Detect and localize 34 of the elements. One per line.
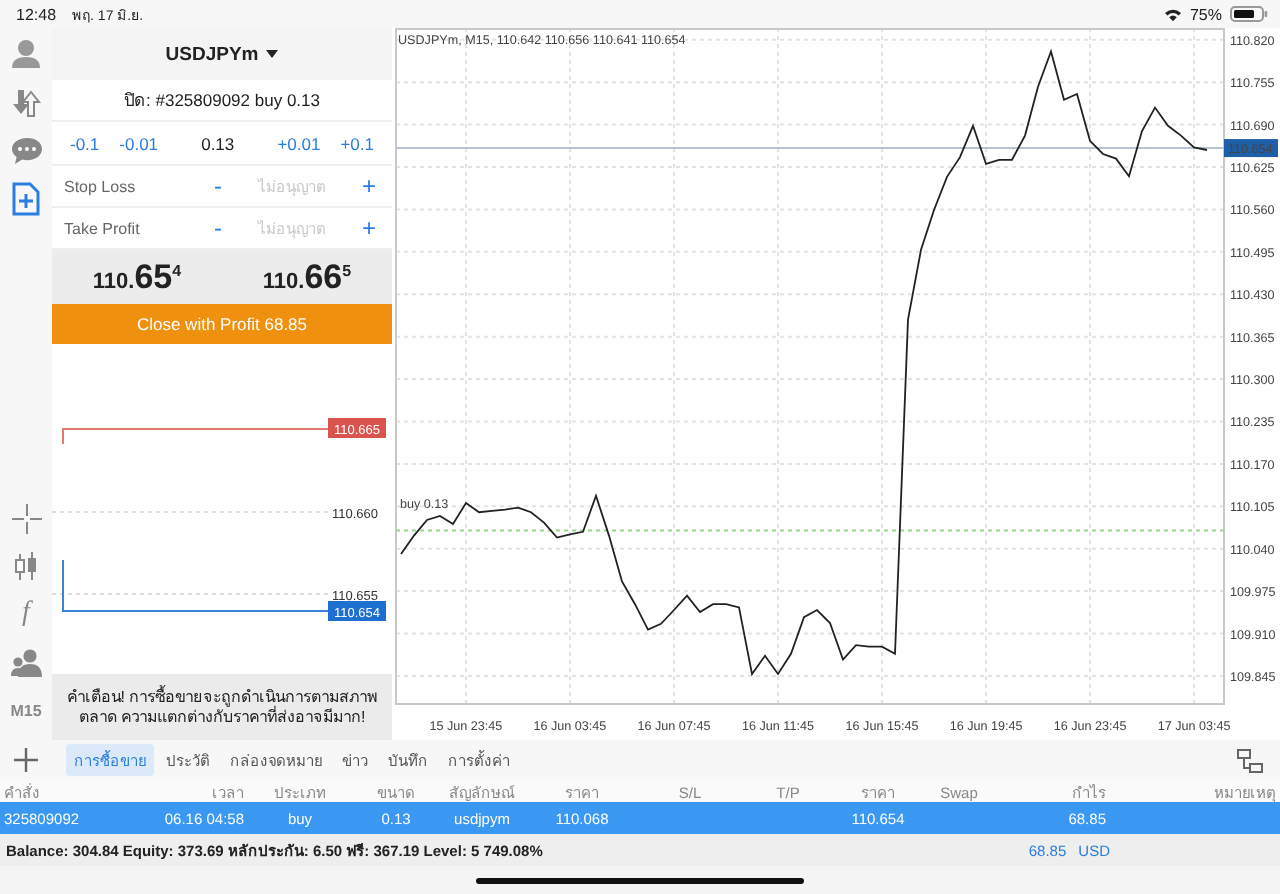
document-plus-icon[interactable] [12,181,40,215]
symbol-selector[interactable]: USDJPYm [165,43,279,65]
timeframe-button[interactable]: M15 [10,701,42,719]
order-title: ปิด: #325809092 buy 0.13 [124,88,320,114]
battery-icon [1230,6,1268,22]
battery-percent: 75% [1189,5,1222,23]
stop-label: Stop Loss [64,177,138,195]
clock-time: 12:48 [16,5,57,23]
arrows-icon[interactable] [9,85,43,119]
person-icon[interactable] [10,37,42,71]
increase-button[interactable]: + [357,214,380,242]
people-icon[interactable] [9,647,43,677]
increase-button[interactable]: + [357,172,380,200]
bid-price[interactable]: 110.65$^{4}$ [92,257,182,297]
volume-step-button[interactable]: +0.01 [267,133,331,153]
add-icon[interactable] [14,748,38,772]
volume-step-button[interactable]: -0.01 [109,133,169,153]
volume-value: 0.13 [199,133,237,153]
chat-icon[interactable] [9,135,43,165]
warning-text: คำเตือน! การซื้อขายจะถูกดำเนินการตามสภาพตลาด ความแตกต่างกับราคาที่ส่งอาจมีมาก! [64,687,380,727]
decrease-button[interactable]: - [209,214,226,242]
crosshair-icon[interactable] [11,503,41,533]
home-indicator[interactable] [476,877,804,883]
function-icon[interactable]: f [22,598,30,630]
wifi-icon [1163,7,1182,21]
volume-step-button[interactable]: -0.1 [60,133,110,153]
close-position-button[interactable]: Close with Profit 68.85 [52,304,392,344]
caret-icon [266,49,279,59]
ask-price[interactable]: 110.66$^{5}$ [262,257,352,297]
layout-icon[interactable] [1236,747,1264,773]
candlestick-icon[interactable] [12,551,40,581]
stop-label: Take Profit [64,219,142,237]
volume-step-button[interactable]: +0.1 [330,133,384,153]
decrease-button[interactable]: - [209,172,226,200]
